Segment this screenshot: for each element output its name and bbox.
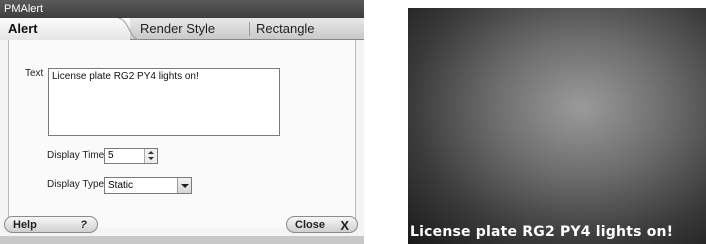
chevron-down-icon[interactable] — [177, 178, 191, 193]
tab-curve-divider — [118, 18, 140, 40]
help-button[interactable]: Help ? — [4, 216, 98, 233]
stepper-down-icon[interactable] — [148, 157, 154, 160]
help-button-label: Help — [13, 219, 37, 231]
stepper-up-icon[interactable] — [148, 151, 154, 154]
display-type-value: Static — [108, 180, 134, 191]
display-type-label: Display Type — [47, 179, 105, 190]
pmalert-dialog: PMAlert Alert Render Style Rectangle Tex… — [0, 0, 364, 244]
close-button[interactable]: Close X — [286, 216, 358, 233]
tab-strip: Alert Render Style Rectangle — [0, 18, 364, 40]
display-time-value: 5 — [108, 150, 114, 161]
text-input[interactable]: License plate RG2 PY4 lights on! — [48, 68, 280, 136]
tab-alert[interactable]: Alert — [0, 18, 130, 40]
display-time-stepper[interactable]: 5 — [104, 148, 158, 164]
alert-preview-image: License plate RG2 PY4 lights on! — [408, 8, 706, 244]
stepper-arrows[interactable] — [144, 149, 157, 163]
tab-render-style[interactable]: Render Style — [140, 18, 215, 40]
close-button-label: Close — [295, 219, 325, 231]
tab-separator — [249, 22, 250, 36]
close-icon: X — [340, 218, 349, 233]
text-label: Text — [25, 68, 44, 79]
dialog-bottom-bar — [0, 236, 364, 244]
window-title: PMAlert — [0, 0, 364, 18]
tab-rectangle[interactable]: Rectangle — [256, 18, 315, 40]
display-type-select[interactable]: Static — [104, 177, 192, 194]
display-time-label: Display Time — [47, 150, 105, 161]
preview-caption: License plate RG2 PY4 lights on! — [410, 224, 674, 240]
question-icon: ? — [80, 219, 87, 231]
